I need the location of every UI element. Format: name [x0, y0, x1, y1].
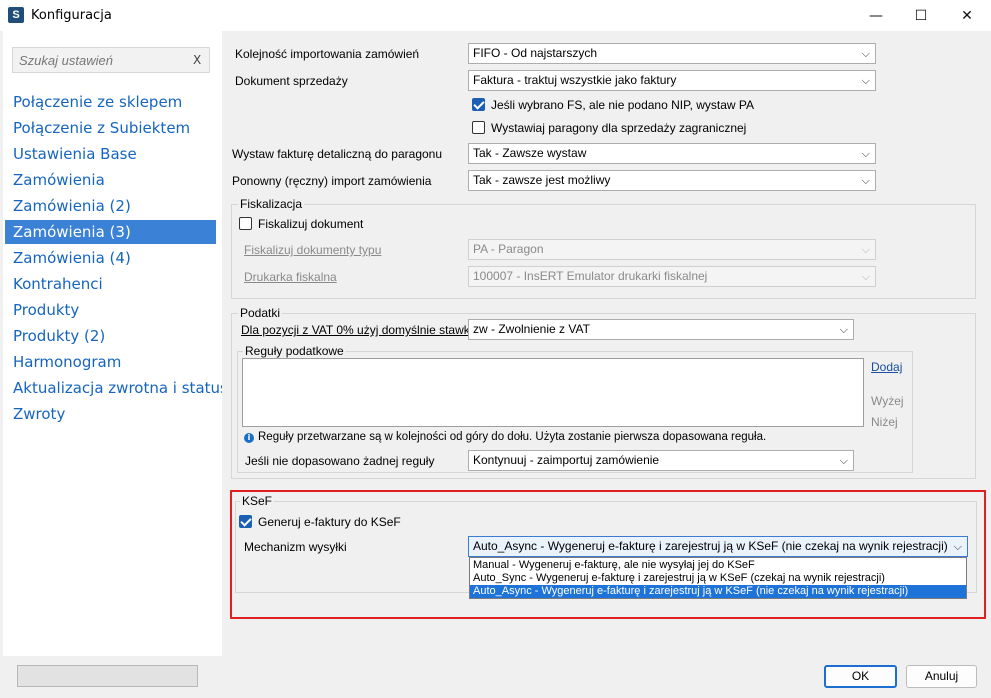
- move-up-button[interactable]: Wyżej: [871, 394, 904, 408]
- mechanism-value: Auto_Async - Wygeneruj e-fakturę i zarej…: [473, 539, 948, 553]
- sidebar-item-products-2[interactable]: Produkty (2): [5, 324, 216, 348]
- fiscal-printer-value: 100007 - InsERT Emulator drukarki fiskal…: [473, 269, 708, 283]
- vat0-label: Dla pozycji z VAT 0% użyj domyślnie staw…: [241, 323, 473, 337]
- retail-invoice-label: Wystaw fakturę detaliczną do paragonu: [232, 147, 443, 161]
- vat0-select[interactable]: zw - Zwolnienie z VAT ⌵: [468, 319, 854, 340]
- sidebar-item-orders[interactable]: Zamówienia: [5, 168, 216, 192]
- window-title: Konfiguracja: [31, 8, 112, 23]
- chevron-down-icon: ⌵: [861, 243, 870, 256]
- no-match-value: Kontynuuj - zaimportuj zamówienie: [473, 453, 660, 467]
- minimize-icon[interactable]: —: [853, 0, 899, 31]
- chevron-down-icon: ⌵: [839, 323, 848, 336]
- info-icon: i: [244, 433, 254, 443]
- generate-einvoice-label: Generuj e-faktury do KSeF: [258, 515, 401, 529]
- fiscalize-checkbox[interactable]: [239, 217, 252, 230]
- fiscal-printer-label: Drukarka fiskalna: [244, 270, 337, 284]
- search-box: X: [12, 47, 210, 73]
- chevron-down-icon: ⌵: [861, 174, 870, 187]
- fiscal-doc-types-select[interactable]: PA - Paragon ⌵: [468, 239, 876, 260]
- reimport-label: Ponowny (ręczny) import zamówienia: [232, 174, 432, 188]
- retail-invoice-select[interactable]: Tak - Zawsze wystaw ⌵: [468, 143, 876, 164]
- fiscal-doc-types-value: PA - Paragon: [473, 242, 544, 256]
- tax-rules-info-text: Reguły przetwarzane są w kolejności od g…: [258, 431, 767, 443]
- sidebar-item-orders-2[interactable]: Zamówienia (2): [5, 194, 216, 218]
- sidebar-item-schedule[interactable]: Harmonogram: [5, 350, 216, 374]
- sales-doc-select[interactable]: Faktura - traktuj wszystkie jako faktury…: [468, 70, 876, 91]
- chevron-down-icon: ⌵: [861, 270, 870, 283]
- fiscal-printer-select[interactable]: 100007 - InsERT Emulator drukarki fiskal…: [468, 266, 876, 287]
- sales-doc-label: Dokument sprzedaży: [235, 74, 348, 88]
- mechanism-option-auto-sync[interactable]: Auto_Sync - Wygeneruj e-fakturę i zareje…: [470, 572, 966, 585]
- generate-einvoice-checkbox[interactable]: [239, 515, 252, 528]
- settings-panel: Kolejność importowania zamówień FIFO - O…: [222, 31, 988, 656]
- import-order-value: FIFO - Od najstarszych: [473, 46, 598, 60]
- sidebar-item-contractors[interactable]: Kontrahenci: [5, 272, 216, 296]
- import-order-label: Kolejność importowania zamówień: [235, 47, 420, 61]
- maximize-icon[interactable]: ☐: [898, 0, 944, 31]
- vat0-value: zw - Zwolnienie z VAT: [473, 322, 590, 336]
- ksef-group-title: KSeF: [240, 494, 275, 508]
- no-match-select[interactable]: Kontynuuj - zaimportuj zamówienie ⌵: [468, 450, 854, 471]
- foreign-receipts-checkbox[interactable]: [472, 121, 485, 134]
- tax-rules-list[interactable]: [242, 358, 864, 427]
- reimport-select[interactable]: Tak - zawsze jest możliwy ⌵: [468, 170, 876, 191]
- no-match-label: Jeśli nie dopasowano żadnej reguły: [245, 454, 435, 468]
- search-clear-icon[interactable]: X: [193, 53, 201, 67]
- import-order-select[interactable]: FIFO - Od najstarszych ⌵: [468, 43, 876, 64]
- mechanism-option-manual[interactable]: Manual - Wygeneruj e-fakturę, ale nie wy…: [470, 559, 966, 572]
- fiscal-group-title: Fiskalizacja: [238, 197, 305, 211]
- sidebar-item-subiekt-connection[interactable]: Połączenie z Subiektem: [5, 116, 216, 140]
- add-rule-link[interactable]: Dodaj: [871, 360, 902, 374]
- tax-rules-title: Reguły podatkowe: [243, 344, 346, 358]
- chevron-down-icon: ⌵: [953, 540, 962, 553]
- mechanism-label: Mechanizm wysyłki: [244, 540, 347, 554]
- sales-doc-value: Faktura - traktuj wszystkie jako faktury: [473, 73, 677, 87]
- mechanism-dropdown-list: Manual - Wygeneruj e-fakturę, ale nie wy…: [469, 557, 967, 599]
- app-icon: S: [8, 7, 24, 23]
- sidebar-item-orders-4[interactable]: Zamówienia (4): [5, 246, 216, 270]
- retail-invoice-value: Tak - Zawsze wystaw: [473, 146, 587, 160]
- fiscalize-label: Fiskalizuj dokument: [258, 217, 364, 231]
- mechanism-option-auto-async[interactable]: Auto_Async - Wygeneruj e-fakturę i zarej…: [470, 585, 966, 598]
- chevron-down-icon: ⌵: [839, 454, 848, 467]
- cancel-button[interactable]: Anuluj: [906, 665, 977, 688]
- title-bar: S Konfiguracja — ☐ ✕: [0, 0, 991, 31]
- close-icon[interactable]: ✕: [944, 0, 990, 31]
- fs-nip-checkbox[interactable]: [472, 98, 485, 111]
- mechanism-select[interactable]: Auto_Async - Wygeneruj e-fakturę i zarej…: [468, 536, 968, 557]
- foreign-receipts-label: Wystawiaj paragony dla sprzedaży zagrani…: [491, 121, 747, 135]
- sidebar-item-orders-3[interactable]: Zamówienia (3): [5, 220, 216, 244]
- sidebar: X Połączenie ze sklepem Połączenie z Sub…: [3, 31, 237, 656]
- sidebar-item-products[interactable]: Produkty: [5, 298, 216, 322]
- taxes-group-title: Podatki: [238, 306, 283, 320]
- sidebar-item-feedback-update[interactable]: Aktualizacja zwrotna i statusy: [5, 376, 237, 400]
- chevron-down-icon: ⌵: [861, 147, 870, 160]
- fs-nip-label: Jeśli wybrano FS, ale nie podano NIP, wy…: [491, 98, 755, 112]
- sidebar-item-base-settings[interactable]: Ustawienia Base: [5, 142, 216, 166]
- sidebar-item-returns[interactable]: Zwroty: [5, 402, 216, 426]
- chevron-down-icon: ⌵: [861, 47, 870, 60]
- reimport-value: Tak - zawsze jest możliwy: [473, 173, 611, 187]
- search-input[interactable]: [13, 48, 183, 72]
- sidebar-item-shop-connection[interactable]: Połączenie ze sklepem: [5, 90, 216, 114]
- move-down-button[interactable]: Niżej: [871, 415, 898, 429]
- ok-button[interactable]: OK: [824, 665, 897, 688]
- status-bar-field: [17, 665, 198, 687]
- fiscal-doc-types-label: Fiskalizuj dokumenty typu: [244, 243, 382, 257]
- chevron-down-icon: ⌵: [861, 74, 870, 87]
